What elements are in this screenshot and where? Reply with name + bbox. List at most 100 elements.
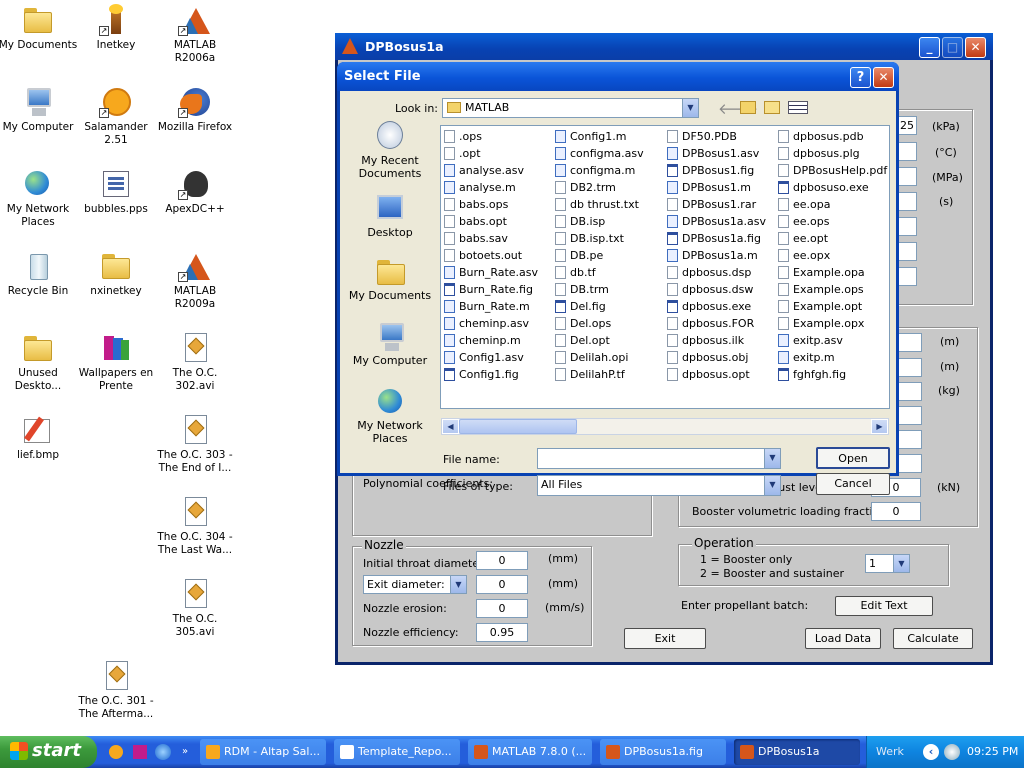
view-menu-icon[interactable] (788, 101, 808, 114)
start-button[interactable]: start (0, 736, 97, 768)
file-item[interactable]: DPBosus1a.m (665, 247, 766, 264)
quicklaunch-winrar-icon[interactable] (133, 745, 147, 759)
file-item[interactable]: db.tf (553, 264, 644, 281)
grain-field-2[interactable] (898, 358, 922, 377)
file-item[interactable]: .opt (442, 145, 538, 162)
desktop-icon-wallpapers[interactable]: Wallpapers en Prente (76, 332, 156, 393)
tray-expand-icon[interactable]: ‹ (923, 744, 939, 760)
file-item[interactable]: Burn_Rate.fig (442, 281, 538, 298)
exit-button[interactable]: Exit (624, 628, 706, 649)
file-item[interactable]: DB.isp.txt (553, 230, 644, 247)
place-desktop[interactable]: Desktop (348, 193, 432, 239)
file-item[interactable]: db thrust.txt (553, 196, 644, 213)
taskbar-button[interactable]: MATLAB 7.8.0 (... (468, 739, 592, 765)
file-item[interactable]: Del.opt (553, 332, 644, 349)
quicklaunch-expand-icon[interactable]: » (182, 746, 188, 757)
file-item[interactable]: exitp.m (776, 349, 887, 366)
file-item[interactable]: DPBosusHelp.pdf (776, 162, 887, 179)
file-item[interactable]: Example.opt (776, 298, 887, 315)
file-item[interactable]: ee.opa (776, 196, 887, 213)
desktop-icon-my-documents[interactable]: My Documents (0, 4, 78, 52)
file-item[interactable]: configma.asv (553, 145, 644, 162)
file-item[interactable]: Del.ops (553, 315, 644, 332)
file-item[interactable]: DPBosus1a.asv (665, 213, 766, 230)
edit-text-button[interactable]: Edit Text (835, 596, 933, 616)
file-item[interactable]: Del.fig (553, 298, 644, 315)
operation-select[interactable]: 1 ▼ (865, 554, 910, 573)
chevron-down-icon[interactable]: ▼ (764, 476, 780, 495)
file-item[interactable]: ee.opx (776, 247, 887, 264)
exit-diameter-field[interactable]: 0 (476, 575, 528, 594)
file-item[interactable]: DPBosus1.rar (665, 196, 766, 213)
file-item[interactable]: fghfgh.fig (776, 366, 887, 383)
file-item[interactable]: dpbosus.exe (665, 298, 766, 315)
desktop-icon-firefox[interactable]: ↗ Mozilla Firefox (155, 86, 235, 134)
close-button[interactable]: ✕ (965, 37, 986, 58)
desktop-icon-recycle-bin[interactable]: Recycle Bin (0, 250, 78, 298)
place-my-recent-documents[interactable]: My Recent Documents (348, 121, 432, 180)
scrollbar-thumb[interactable] (459, 419, 577, 434)
taskbar-button[interactable]: DPBosus1a.fig (600, 739, 726, 765)
file-item[interactable]: dpbosuso.exe (776, 179, 887, 196)
desktop-icon-apexdc[interactable]: ↗ ApexDC++ (155, 168, 235, 216)
desktop-icon-nxinetkey[interactable]: nxinetkey (76, 250, 156, 298)
file-item[interactable]: dpbosus.ilk (665, 332, 766, 349)
file-type-select[interactable]: All Files ▼ (537, 475, 781, 496)
scroll-right-icon[interactable]: ▶ (871, 419, 888, 434)
taskbar-button[interactable]: DPBosus1a (734, 739, 860, 765)
desktop-icon-my-computer[interactable]: My Computer (0, 86, 78, 134)
quicklaunch-salamander-icon[interactable] (109, 745, 123, 759)
cancel-button[interactable]: Cancel (816, 473, 890, 495)
grain-field-6[interactable] (898, 454, 922, 473)
file-item[interactable]: dpbosus.FOR (665, 315, 766, 332)
dialog-titlebar[interactable]: Select File ? ✕ (337, 62, 899, 91)
chevron-down-icon[interactable]: ▼ (450, 576, 466, 593)
file-item[interactable]: exitp.asv (776, 332, 887, 349)
file-item[interactable]: botoets.out (442, 247, 538, 264)
file-item[interactable]: cheminp.m (442, 332, 538, 349)
file-item[interactable]: Example.ops (776, 281, 887, 298)
exit-diameter-select[interactable]: Exit diameter: ▼ (363, 575, 467, 594)
file-item[interactable]: DPBosus1.fig (665, 162, 766, 179)
dpbosus-titlebar[interactable]: DPBosus1a _ □ ✕ (335, 33, 993, 60)
desktop-icon-lief-bmp[interactable]: lief.bmp (0, 414, 78, 462)
chevron-down-icon[interactable]: ▼ (682, 99, 698, 117)
file-item[interactable]: DB.trm (553, 281, 644, 298)
grain-field-4[interactable] (898, 406, 922, 425)
desktop-icon-bubbles-pps[interactable]: bubbles.pps (76, 168, 156, 216)
nozzle-erosion-field[interactable]: 0 (476, 599, 528, 618)
desktop-icon-my-network-places[interactable]: My Network Places (0, 168, 78, 229)
file-item[interactable]: dpbosus.pdb (776, 128, 887, 145)
file-item[interactable]: babs.ops (442, 196, 538, 213)
nozzle-efficiency-field[interactable]: 0.95 (476, 623, 528, 642)
file-item[interactable]: Example.opa (776, 264, 887, 281)
place-my-computer[interactable]: My Computer (348, 321, 432, 367)
calculate-button[interactable]: Calculate (893, 628, 973, 649)
taskbar-button[interactable]: Template_Repo... (334, 739, 460, 765)
grain-field-3[interactable] (898, 382, 922, 401)
file-item[interactable]: Burn_Rate.asv (442, 264, 538, 281)
desktop-icon-oc-304[interactable]: The O.C. 304 - The Last Wa... (155, 496, 235, 557)
desktop-icon-matlab-r2006a[interactable]: ↗ MATLAB R2006a (155, 4, 235, 65)
file-item[interactable]: DB2.trm (553, 179, 644, 196)
file-item[interactable]: dpbosus.dsp (665, 264, 766, 281)
file-item[interactable]: dpbosus.obj (665, 349, 766, 366)
desktop-icon-salamander[interactable]: ↗ Salamander 2.51 (76, 86, 156, 147)
file-item[interactable]: DB.isp (553, 213, 644, 230)
taskbar-button[interactable]: RDM - Altap Sal... (200, 739, 326, 765)
file-item[interactable]: Config1.fig (442, 366, 538, 383)
file-item[interactable]: babs.sav (442, 230, 538, 247)
minimize-button[interactable]: _ (919, 37, 940, 58)
throat-diameter-field[interactable]: 0 (476, 551, 528, 570)
file-item[interactable]: DPBosus1.asv (665, 145, 766, 162)
file-list[interactable]: .ops .opt analyse.asv analyse.m babs.ops babs… (440, 125, 890, 409)
dialog-close-button[interactable]: ✕ (873, 67, 894, 88)
up-folder-icon[interactable] (740, 101, 756, 114)
chevron-down-icon[interactable]: ▼ (764, 449, 780, 468)
open-button[interactable]: Open (816, 447, 890, 469)
place-my-documents[interactable]: My Documents (348, 256, 432, 302)
grain-field-1[interactable] (898, 333, 922, 352)
file-item[interactable]: Config1.asv (442, 349, 538, 366)
file-item[interactable]: Config1.m (553, 128, 644, 145)
file-item[interactable]: Example.opx (776, 315, 887, 332)
